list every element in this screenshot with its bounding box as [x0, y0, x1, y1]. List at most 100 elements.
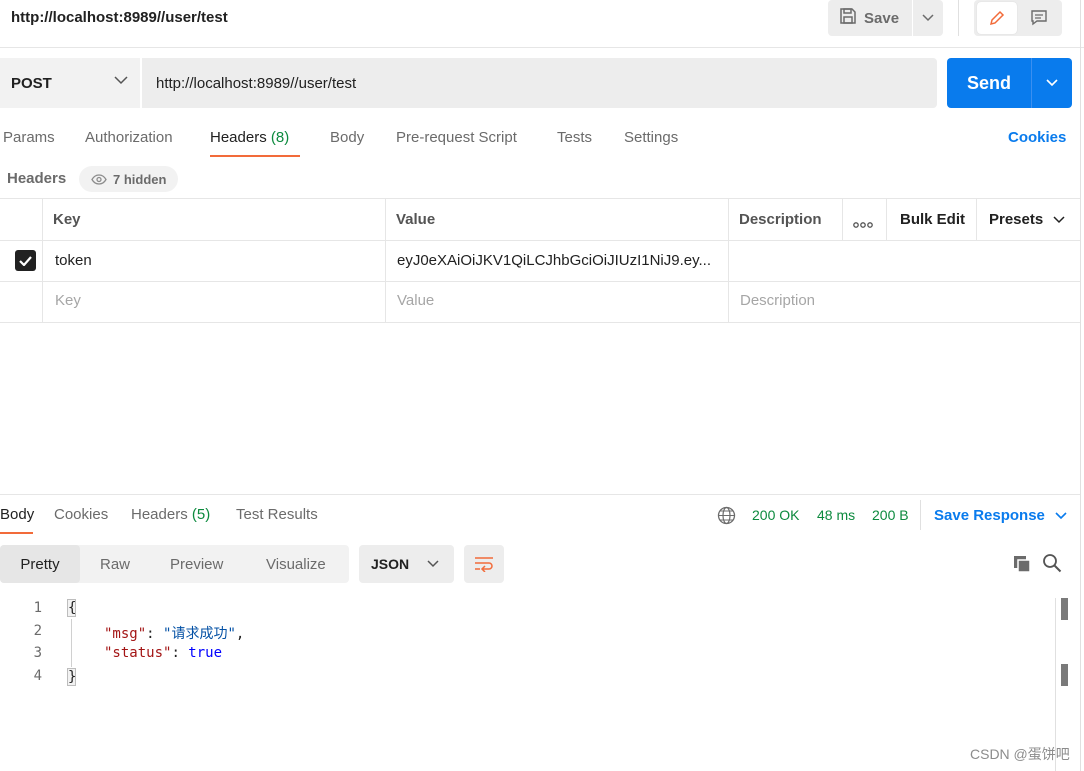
- response-headers-count: (5): [191, 506, 211, 523]
- response-tab-cookies[interactable]: Cookies: [54, 506, 108, 523]
- chevron-down-icon: [427, 560, 439, 568]
- new-value-input[interactable]: Value: [397, 292, 434, 309]
- column-header-key: Key: [53, 211, 81, 228]
- tab-prerequest-script[interactable]: Pre-request Script: [396, 129, 517, 146]
- table-border: [0, 198, 1080, 199]
- save-label: Save: [864, 9, 900, 27]
- scrollbar-thumb[interactable]: [1061, 664, 1068, 686]
- view-raw[interactable]: Raw: [100, 545, 130, 583]
- response-headers-label: Headers: [131, 506, 188, 523]
- new-description-input[interactable]: Description: [740, 292, 815, 309]
- tab-headers-count: (8): [270, 129, 290, 146]
- send-options-button[interactable]: [1031, 58, 1072, 108]
- table-border: [842, 198, 843, 240]
- response-tab-body[interactable]: Body: [0, 506, 34, 523]
- chevron-down-icon: [1053, 215, 1065, 223]
- column-header-description: Description: [739, 211, 822, 228]
- pane-border: [1080, 0, 1081, 771]
- comments-button[interactable]: [1019, 2, 1059, 34]
- line-number: 4: [33, 668, 42, 684]
- format-select[interactable]: JSON: [359, 545, 454, 583]
- code-line-status: "status": true: [104, 645, 223, 661]
- watermark: CSDN @蛋饼吧: [970, 746, 1070, 762]
- table-border: [728, 198, 729, 322]
- table-border: [0, 322, 1080, 323]
- active-tab-indicator: [210, 155, 300, 157]
- indent-guide: [71, 619, 72, 667]
- status-code[interactable]: 200 OK: [752, 507, 799, 523]
- tab-authorization[interactable]: Authorization: [85, 129, 173, 146]
- tab-body[interactable]: Body: [330, 129, 364, 146]
- url-input[interactable]: http://localhost:8989//user/test: [142, 58, 937, 108]
- tab-headers[interactable]: Headers (8): [210, 129, 289, 146]
- hidden-headers-count: 7 hidden: [113, 171, 167, 187]
- chevron-down-icon: [1055, 511, 1067, 519]
- table-border: [0, 240, 1080, 241]
- response-divider: [0, 494, 1080, 495]
- table-border: [0, 281, 1080, 282]
- header-key-cell[interactable]: token: [55, 252, 92, 269]
- response-tab-headers[interactable]: Headers (5): [131, 506, 210, 523]
- table-border: [385, 198, 386, 322]
- tab-params[interactable]: Params: [3, 129, 55, 146]
- tab-headers-label: Headers: [210, 129, 267, 146]
- format-label: JSON: [371, 556, 410, 572]
- code-line-msg: "msg": "请求成功",: [104, 626, 245, 642]
- bulk-edit-button[interactable]: Bulk Edit: [900, 211, 965, 228]
- wrap-lines-button[interactable]: [464, 545, 504, 583]
- new-key-input[interactable]: Key: [55, 292, 81, 309]
- tab-settings[interactable]: Settings: [624, 129, 678, 146]
- headers-section-label: Headers: [7, 170, 67, 187]
- chevron-down-icon: [922, 14, 934, 22]
- active-tab-indicator: [0, 532, 33, 534]
- chevron-down-icon: [1046, 79, 1058, 87]
- line-number: 3: [33, 645, 42, 661]
- json-boolean-value: true: [188, 645, 223, 661]
- scrollbar-thumb[interactable]: [1061, 598, 1068, 620]
- header-enabled-checkbox[interactable]: [15, 250, 36, 271]
- save-response-dropdown[interactable]: Save Response: [934, 507, 1067, 524]
- save-response-label: Save Response: [934, 507, 1045, 524]
- cookies-link[interactable]: Cookies: [1008, 129, 1066, 146]
- response-tab-test-results[interactable]: Test Results: [236, 506, 318, 523]
- divider: [920, 500, 921, 530]
- save-icon: [839, 7, 857, 29]
- line-number: 2: [33, 623, 42, 639]
- view-preview[interactable]: Preview: [170, 545, 223, 583]
- send-button[interactable]: Send: [947, 58, 1031, 108]
- edit-mode-button[interactable]: [977, 2, 1017, 34]
- view-pretty[interactable]: Pretty: [0, 545, 80, 583]
- comment-icon: [1031, 10, 1047, 26]
- pencil-icon: [989, 10, 1005, 26]
- tab-tests[interactable]: Tests: [557, 129, 592, 146]
- eye-icon: [91, 173, 107, 185]
- json-key: "msg": [104, 626, 147, 642]
- open-brace: {: [67, 599, 77, 617]
- table-border: [886, 198, 887, 240]
- json-string-value: "请求成功": [163, 626, 236, 642]
- search-icon[interactable]: [1042, 553, 1062, 577]
- json-key: "status": [104, 645, 172, 661]
- request-title[interactable]: http://localhost:8989//user/test: [11, 9, 228, 26]
- copy-icon[interactable]: [1012, 554, 1032, 578]
- wrap-lines-icon: [475, 557, 493, 572]
- save-button[interactable]: Save: [828, 0, 912, 36]
- table-border: [42, 198, 43, 322]
- response-time[interactable]: 48 ms: [817, 507, 855, 523]
- header-value-cell[interactable]: eyJ0eXAiOiJKV1QiLCJhbGciOiJIUzI1NiJ9.ey.…: [397, 252, 711, 269]
- line-number: 1: [33, 600, 42, 616]
- checkmark-icon: [19, 255, 32, 266]
- response-size[interactable]: 200 B: [872, 507, 909, 523]
- method-label: POST: [11, 74, 52, 92]
- globe-icon[interactable]: [717, 506, 736, 529]
- view-visualize[interactable]: Visualize: [266, 545, 326, 583]
- close-brace: }: [67, 668, 77, 686]
- presets-label: Presets: [989, 211, 1044, 228]
- save-options-button[interactable]: [913, 0, 943, 36]
- chevron-down-icon: [114, 76, 128, 85]
- hidden-headers-toggle[interactable]: 7 hidden: [79, 166, 179, 192]
- more-options-icon[interactable]: [853, 216, 873, 233]
- presets-dropdown[interactable]: Presets: [989, 211, 1065, 228]
- divider: [958, 0, 959, 36]
- column-header-value: Value: [396, 211, 436, 228]
